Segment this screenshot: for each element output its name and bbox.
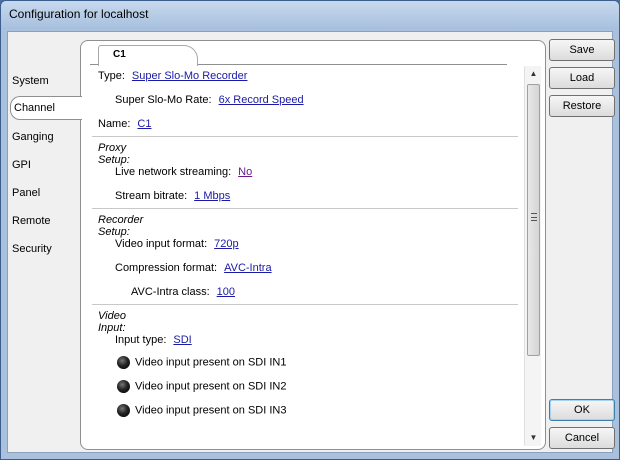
sidebar-item-panel[interactable]: Panel	[8, 182, 82, 206]
compression-link[interactable]: AVC-Intra	[224, 262, 271, 274]
tab-c1[interactable]: C1	[98, 45, 198, 66]
save-button[interactable]: Save	[549, 39, 615, 61]
compression-row: Compression format: AVC-Intra	[115, 262, 272, 274]
video-input-heading: Video Input:	[98, 310, 126, 334]
sidebar-item-label: Panel	[12, 187, 41, 199]
bitrate-label: Stream bitrate:	[115, 190, 188, 202]
rate-row: Super Slo-Mo Rate: 6x Record Speed	[115, 94, 304, 106]
type-label: Type:	[98, 70, 125, 82]
indicator-row: Video input present on SDI IN2	[117, 380, 286, 393]
grip-icon	[531, 213, 537, 221]
name-row: Name: C1	[98, 118, 151, 130]
scroll-thumb[interactable]	[527, 84, 540, 356]
scroll-up-icon[interactable]: ▲	[525, 66, 542, 82]
restore-button[interactable]: Restore	[549, 95, 615, 117]
rate-label: Super Slo-Mo Rate:	[115, 94, 212, 106]
streaming-row: Live network streaming: No	[115, 166, 252, 178]
sidebar-item-channel[interactable]: Channel	[10, 96, 82, 120]
input-type-row: Input type: SDI	[115, 334, 192, 346]
load-button[interactable]: Load	[549, 67, 615, 89]
streaming-link[interactable]: No	[238, 166, 252, 178]
scroll-down-icon[interactable]: ▼	[525, 430, 542, 446]
sidebar-item-label: System	[12, 75, 49, 87]
indicator-label: Video input present on SDI IN1	[135, 356, 287, 369]
status-led-icon	[117, 380, 130, 393]
sidebar-item-remote[interactable]: Remote	[8, 210, 82, 234]
sidebar-item-ganging[interactable]: Ganging	[8, 126, 82, 150]
indicator-label: Video input present on SDI IN2	[135, 380, 287, 393]
type-link[interactable]: Super Slo-Mo Recorder	[132, 70, 248, 82]
class-label: AVC-Intra class:	[131, 286, 210, 298]
sidebar-item-label: GPI	[12, 159, 31, 171]
bitrate-row: Stream bitrate: 1 Mbps	[115, 190, 230, 202]
sidebar-item-label: Ganging	[12, 131, 54, 143]
class-link[interactable]: 100	[217, 286, 235, 298]
config-window: Configuration for localhost System Chann…	[0, 0, 620, 460]
sidebar-item-gpi[interactable]: GPI	[8, 154, 82, 178]
compression-label: Compression format:	[115, 262, 218, 274]
indicator-row: Video input present on SDI IN3	[117, 404, 286, 417]
indicator-label: Video input present on SDI IN3	[135, 404, 287, 417]
dialog-body: System Channel Ganging GPI Panel Remote …	[7, 31, 613, 453]
sidebar-item-label: Remote	[12, 215, 51, 227]
class-row: AVC-Intra class: 100	[131, 286, 235, 298]
section-divider	[92, 136, 518, 137]
section-divider	[92, 208, 518, 209]
title-bar[interactable]: Configuration for localhost	[1, 1, 619, 29]
sidebar-item-security[interactable]: Security	[8, 238, 82, 262]
name-label: Name:	[98, 118, 131, 130]
input-type-label: Input type:	[115, 334, 167, 346]
sidebar-item-label: Channel	[14, 102, 55, 114]
type-row: Type: Super Slo-Mo Recorder	[98, 70, 247, 82]
recorder-heading: Recorder Setup:	[98, 214, 144, 238]
name-link[interactable]: C1	[137, 118, 151, 130]
window-title: Configuration for localhost	[9, 7, 149, 21]
input-type-link[interactable]: SDI	[173, 334, 191, 346]
format-label: Video input format:	[115, 238, 208, 250]
tab-label: C1	[113, 49, 126, 60]
indicator-row: Video input present on SDI IN1	[117, 356, 286, 369]
sidebar-item-label: Security	[12, 243, 52, 255]
sidebar-item-system[interactable]: System	[8, 70, 82, 94]
status-led-icon	[117, 356, 130, 369]
ok-button[interactable]: OK	[549, 399, 615, 421]
vertical-scrollbar[interactable]: ▲ ▼	[524, 66, 541, 446]
format-link[interactable]: 720p	[214, 238, 238, 250]
bitrate-link[interactable]: 1 Mbps	[194, 190, 230, 202]
format-row: Video input format: 720p	[115, 238, 239, 250]
rate-link[interactable]: 6x Record Speed	[219, 94, 304, 106]
section-divider	[92, 304, 518, 305]
status-led-icon	[117, 404, 130, 417]
cancel-button[interactable]: Cancel	[549, 427, 615, 449]
proxy-heading: Proxy Setup:	[98, 142, 130, 166]
streaming-label: Live network streaming:	[115, 166, 232, 178]
